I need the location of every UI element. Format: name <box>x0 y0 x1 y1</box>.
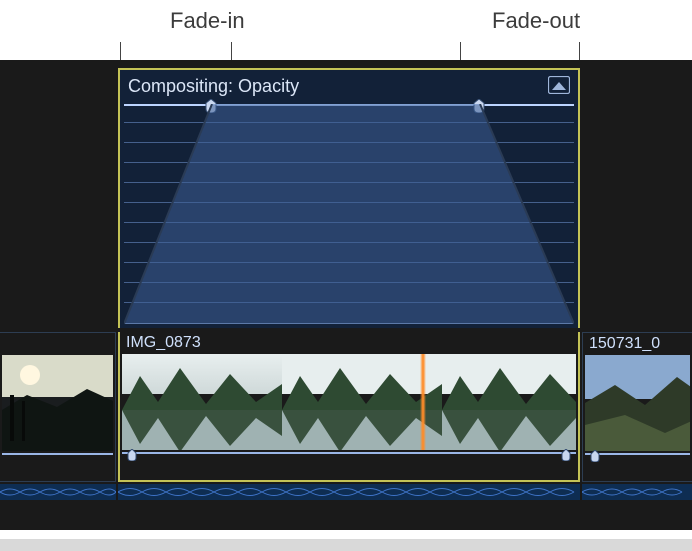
figure-root: Fade-in Fade-out Compositing: Opacity <box>0 0 692 551</box>
callout-fade-out-label: Fade-out <box>492 8 580 34</box>
animation-parameter-name: Compositing: Opacity <box>128 76 299 97</box>
clip-opacity-mini-line[interactable] <box>122 452 576 454</box>
fade-in-mini-handle[interactable] <box>126 448 138 460</box>
fade-in-mini-handle[interactable] <box>589 449 601 461</box>
audio-waveform-lane <box>0 484 692 500</box>
figure-bottom-border <box>0 539 692 551</box>
clip-name-label: 150731_0 <box>589 335 660 353</box>
clip-selected[interactable]: IMG_0873 <box>118 332 580 482</box>
clip-thumbnails <box>122 354 576 450</box>
fade-out-mini-handle[interactable] <box>560 448 572 460</box>
clip-opacity-mini-line[interactable] <box>2 453 113 455</box>
video-animation-editor[interactable]: Compositing: Opacity <box>118 68 580 328</box>
clip-thumbnails <box>2 355 113 451</box>
timeline-filmstrip-row: IMG_0873 <box>0 332 692 482</box>
title-overlay-icon <box>548 76 570 94</box>
playhead-indicator[interactable] <box>420 354 426 450</box>
opacity-fade-curve[interactable] <box>124 104 574 324</box>
clip-name-label: IMG_0873 <box>126 334 201 352</box>
timeline-editor: Compositing: Opacity <box>0 60 692 530</box>
clip-thumbnails <box>585 355 690 451</box>
clip-next[interactable]: 150731_0 <box>582 332 692 482</box>
clip-opacity-mini-line[interactable] <box>585 453 690 455</box>
callout-fade-in-label: Fade-in <box>170 8 245 34</box>
clip-previous[interactable] <box>0 332 116 482</box>
